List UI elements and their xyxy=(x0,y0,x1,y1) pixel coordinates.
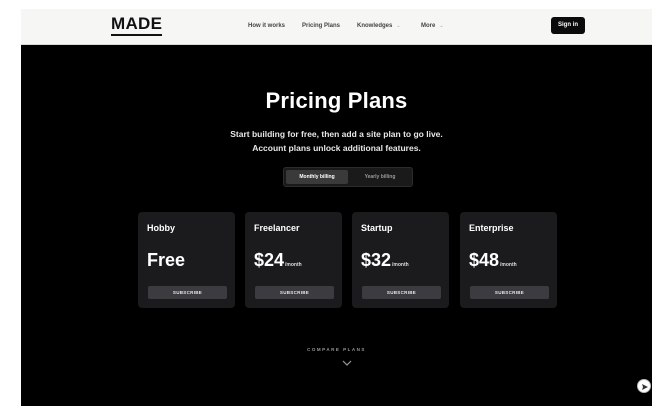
plan-card-enterprise: Enterprise $48/month SUBSCRIBE xyxy=(460,212,557,308)
chevron-down-icon[interactable] xyxy=(341,359,353,367)
plan-name: Enterprise xyxy=(469,223,514,233)
top-navbar: MADE How it works Pricing Plans Knowledg… xyxy=(21,9,652,45)
plan-price-unit: /month xyxy=(500,262,517,268)
plan-price-amount: $32 xyxy=(361,250,392,270)
plan-price-amount: $24 xyxy=(254,250,285,270)
floating-send-button[interactable] xyxy=(637,379,651,393)
send-icon xyxy=(642,384,648,390)
plan-price: $32/month xyxy=(361,249,409,276)
plan-name: Freelancer xyxy=(254,223,300,233)
subscribe-button[interactable]: SUBSCRIBE xyxy=(148,286,227,299)
billing-toggle: Monthly billing Yearly billing xyxy=(283,167,413,187)
chevron-down-icon: ⌄ xyxy=(439,23,444,29)
subscribe-button[interactable]: SUBSCRIBE xyxy=(470,286,549,299)
monthly-billing-button[interactable]: Monthly billing xyxy=(286,170,348,184)
nav-knowledges-label: Knowledges xyxy=(357,23,393,29)
nav-pricing-plans-label: Pricing Plans xyxy=(302,23,341,29)
plan-card-startup: Startup $32/month SUBSCRIBE xyxy=(352,212,449,308)
sign-in-button[interactable]: Sign in xyxy=(551,17,585,34)
chevron-down-icon: ⌄ xyxy=(396,23,401,29)
nav-pricing-plans[interactable]: Pricing Plans xyxy=(302,22,340,30)
plan-price: $48/month xyxy=(469,249,517,276)
hero-subtitle-line-1: Start building for free, then add a site… xyxy=(230,129,443,139)
plan-price-unit: /month xyxy=(392,262,409,268)
page-title: Pricing Plans xyxy=(265,88,408,113)
logo[interactable]: MADE xyxy=(111,15,163,36)
plan-price-unit: /month xyxy=(285,262,302,268)
hero-subtitle-line-2: Account plans unlock additional features… xyxy=(252,143,421,153)
plan-name: Startup xyxy=(361,223,393,233)
subscribe-button[interactable]: SUBSCRIBE xyxy=(255,286,334,299)
compare-plans-link[interactable]: COMPARE PLANS xyxy=(21,347,652,352)
nav-more[interactable]: More ⌄ xyxy=(421,22,444,30)
plan-price-amount: Free xyxy=(147,250,186,270)
plan-price: Free xyxy=(147,249,186,276)
plan-card-hobby: Hobby Free SUBSCRIBE xyxy=(138,212,235,308)
plan-name: Hobby xyxy=(147,223,175,233)
plan-price-amount: $48 xyxy=(469,250,500,270)
nav-how-it-works[interactable]: How it works xyxy=(248,22,285,30)
yearly-billing-button[interactable]: Yearly billing xyxy=(350,170,410,184)
pricing-page: MADE How it works Pricing Plans Knowledg… xyxy=(21,9,652,406)
plan-card-freelancer: Freelancer $24/month SUBSCRIBE xyxy=(245,212,342,308)
plan-price: $24/month xyxy=(254,249,302,276)
subscribe-button[interactable]: SUBSCRIBE xyxy=(362,286,441,299)
nav-how-it-works-label: How it works xyxy=(248,23,286,29)
nav-more-label: More xyxy=(421,23,436,29)
nav-knowledges[interactable]: Knowledges ⌄ xyxy=(357,22,401,30)
